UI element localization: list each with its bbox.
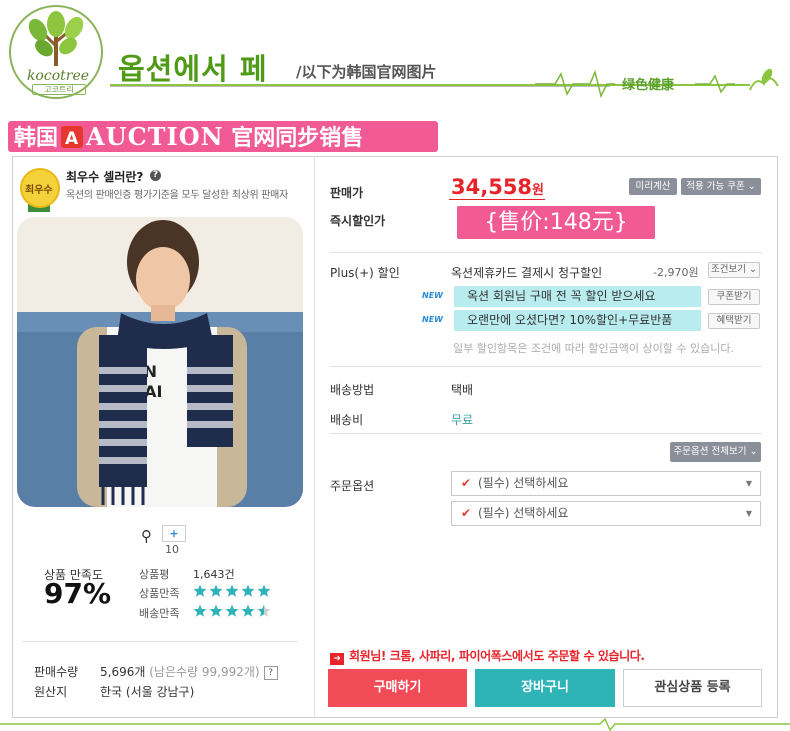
auction-a-icon: A — [61, 126, 84, 149]
star-rating-icon — [193, 604, 271, 617]
coupon-dropdown-button[interactable]: 적용 가능 쿠폰 ⌄ — [681, 178, 761, 195]
price-divider — [330, 252, 762, 253]
new-badge: NEW — [422, 315, 443, 324]
product-photo-illustration: BAN CHAI — [17, 217, 303, 507]
logo-text: kocotree — [26, 68, 90, 84]
header-subtitle: /以下为韩国官网图片 — [296, 63, 437, 81]
logo-subtext: 고코트리 — [32, 84, 86, 95]
shipping-fee-label: 배송비 — [330, 413, 364, 427]
bottom-decoration — [0, 718, 790, 731]
get-benefit-button[interactable]: 혜택받기 — [708, 313, 760, 329]
star-rating-icon — [193, 584, 271, 597]
star-icon — [193, 604, 207, 617]
product-satisfaction-label: 상품만족 — [139, 587, 180, 600]
order-option-label: 주문옵션 — [330, 479, 375, 493]
delivery-rating-stars — [193, 604, 277, 618]
origin-label: 원산지 — [34, 685, 68, 699]
best-seller-medal-icon: 최우수 — [20, 168, 60, 208]
sale-price-box: {售价:148元} — [457, 206, 655, 239]
check-icon: ✔ — [461, 476, 472, 490]
star-icon — [209, 584, 223, 597]
new-badge: NEW — [422, 291, 443, 300]
condition-view-button[interactable]: 조건보기 ⌄ — [708, 262, 760, 278]
member-coupon-offer[interactable]: 옥션 회원님 구매 전 꼭 할인 받으세요 — [454, 286, 701, 307]
star-icon — [257, 604, 271, 617]
browser-notice: ➜ 회원님! 크롬, 사파리, 파이어폭스에서도 주문할 수 있습니다. — [330, 647, 645, 665]
delivery-satisfaction-label: 배송만족 — [139, 607, 180, 620]
brand-header: kocotree 고코트리 옵션에서 페 /以下为韩国官网图片 绿色健康 — [0, 0, 790, 104]
arrow-right-icon: ➜ — [330, 653, 344, 665]
help-icon[interactable]: ? — [150, 170, 161, 181]
discount-note: 일부 할인항목은 조건에 따라 할인금액이 상이할 수 있습니다. — [453, 342, 734, 355]
view-all-options-button[interactable]: 주문옵션 전체보기 ⌄ — [670, 442, 761, 462]
option-select-1[interactable]: ✔ (필수) 선택하세요 ▼ — [451, 471, 761, 496]
left-divider — [22, 641, 298, 642]
product-image[interactable]: BAN CHAI — [17, 217, 303, 507]
remaining-qty: (남은수량 99,992개) — [149, 665, 260, 679]
product-rating-stars — [193, 584, 277, 598]
discount-divider — [330, 366, 762, 367]
star-icon — [225, 584, 239, 597]
image-count: 10 — [165, 543, 179, 556]
star-icon — [225, 604, 239, 617]
chevron-down-icon: ▼ — [745, 509, 752, 518]
sales-qty-value: 5,696개 (남은수량 99,992개)? — [100, 663, 278, 680]
wishlist-button[interactable]: 관심상품 등록 — [623, 669, 762, 707]
promo-auction: AUCTION — [86, 122, 224, 151]
shipping-method-label: 배송방법 — [330, 383, 375, 397]
star-icon — [257, 584, 271, 597]
option-select-2[interactable]: ✔ (필수) 선택하세요 ▼ — [451, 501, 761, 526]
header-title: 옵션에서 페 — [118, 52, 268, 86]
satisfaction-value: 97% — [44, 577, 112, 610]
sales-qty-label: 판매수량 — [34, 665, 79, 679]
star-icon — [241, 584, 255, 597]
promo-banner: 韩国 A AUCTION 官网同步销售 — [8, 121, 438, 152]
star-icon — [209, 604, 223, 617]
price-value: 34,558원 — [451, 175, 545, 199]
promo-sync: 官网同步销售 — [231, 126, 364, 151]
buy-button[interactable]: 구매하기 — [328, 669, 467, 707]
star-icon — [241, 604, 255, 617]
instant-discount-label: 즉시할인가 — [330, 214, 386, 228]
review-count-label: 상품평 — [139, 568, 170, 581]
plus-discount-label: Plus(+) 할인 — [330, 266, 400, 280]
zoom-icon[interactable]: ⚲ — [141, 527, 152, 545]
origin-value: 한국 (서울 강남구) — [100, 685, 195, 699]
promo-country: 韩国 — [14, 126, 59, 151]
review-count-value[interactable]: 1,643건 — [193, 566, 235, 582]
shipping-fee-value: 무료 — [451, 413, 474, 427]
chevron-down-icon: ▼ — [745, 479, 752, 488]
price-underline — [449, 199, 545, 200]
preview-calc-button[interactable]: 미리계산 — [629, 178, 677, 195]
shipping-method-value: 택배 — [451, 383, 474, 397]
best-seller-title: 최우수 셀러란? — [66, 170, 144, 184]
cart-button[interactable]: 장바구니 — [475, 669, 615, 707]
health-label: 绿色健康 — [622, 78, 675, 93]
card-discount-amount: -2,970원 — [653, 266, 699, 279]
get-coupon-button[interactable]: 쿠폰받기 — [708, 289, 760, 305]
column-divider — [314, 156, 315, 718]
returning-offer[interactable]: 오랜만에 오셨다면? 10%할인+무료반품 — [454, 310, 701, 331]
check-icon: ✔ — [461, 506, 472, 520]
star-icon — [193, 584, 207, 597]
more-images-button[interactable]: + — [162, 525, 186, 542]
shipping-divider — [330, 433, 762, 434]
sales-help-icon[interactable]: ? — [263, 666, 278, 680]
card-discount-desc: 옥션제휴카드 결제시 청구할인 — [451, 266, 603, 280]
best-seller-desc: 옥션의 판매인증 평가기준을 모두 달성한 최상위 판매자 — [66, 190, 288, 201]
price-label: 판매가 — [330, 186, 364, 200]
